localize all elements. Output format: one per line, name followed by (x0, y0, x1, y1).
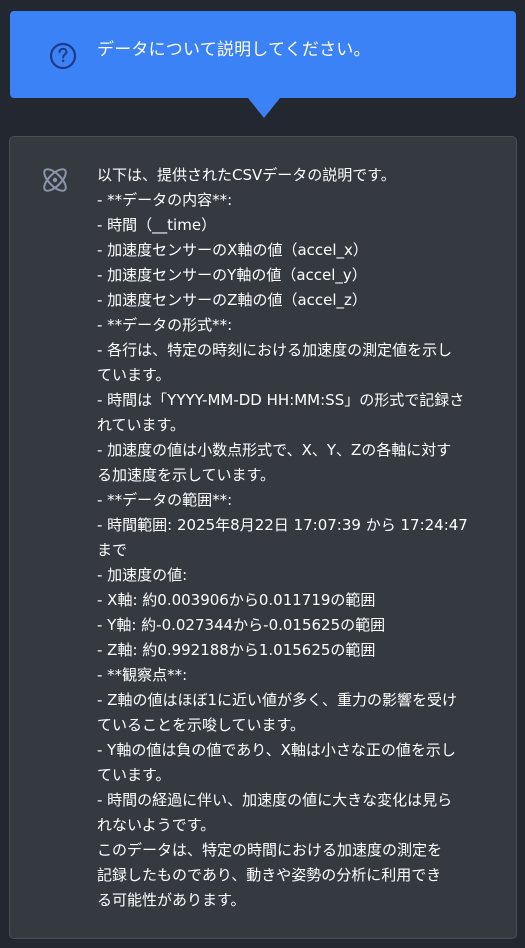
message-line: - **データの範囲**: (97, 491, 233, 509)
assistant-message-text: 以下は、提供されたCSVデータの説明です。 - **データの内容**: - 時間… (97, 163, 507, 913)
message-line: - 時間（__time） (97, 216, 217, 234)
message-line: - 加速度の値は小数点形式で、X、Y、Zの各軸に対す (97, 441, 452, 459)
message-line: れないようです。 (97, 816, 216, 834)
message-line: - Y軸の値は負の値であり、X軸は小さな正の値を示し (97, 741, 456, 759)
message-line: - 加速度センサーのX軸の値（accel_x） (97, 241, 368, 259)
message-line: れています。 (97, 416, 186, 434)
user-message-text: データについて説明してください。 (97, 40, 371, 60)
message-line: ています。 (97, 366, 171, 384)
message-line: - 各行は、特定の時刻における加速度の測定値を示し (97, 341, 453, 359)
message-line: ていることを示唆しています。 (97, 716, 306, 734)
assistant-message-bubble: 以下は、提供されたCSVデータの説明です。 - **データの内容**: - 時間… (9, 136, 517, 939)
message-line: - 加速度センサーのY軸の値（accel_y） (97, 266, 367, 284)
message-line: る可能性があります。 (97, 891, 246, 909)
message-line: - 加速度の値: (97, 566, 188, 584)
message-line: - Y軸: 約-0.027344から-0.015625の範囲 (97, 616, 386, 634)
message-line: - **データの形式**: (97, 316, 233, 334)
message-line: - 時間は「YYYY-MM-DD HH:MM:SS」の形式で記録さ (97, 391, 465, 409)
user-message-bubble: データについて説明してください。 (10, 11, 516, 98)
message-line: このデータは、特定の時間における加速度の測定を (97, 841, 443, 859)
message-line: ています。 (97, 766, 171, 784)
message-line: - **データの内容**: (97, 191, 233, 209)
chat-page: データについて説明してください。 以下は、提供されたCSVデータの説明です。 -… (0, 0, 525, 948)
message-line: - X軸: 約0.003906から0.011719の範囲 (97, 591, 376, 609)
message-line: 以下は、提供されたCSVデータの説明です。 (97, 166, 396, 184)
message-line: る加速度を示しています。 (97, 466, 276, 484)
message-line: - Z軸の値はほぼ1に近い値が多く、重力の影響を受け (97, 691, 458, 709)
message-line: 記録したものであり、動きや姿勢の分析に利用でき (97, 866, 442, 884)
atom-icon (38, 163, 72, 197)
message-line: まで (97, 541, 128, 559)
user-bubble-tail (248, 98, 280, 118)
message-line: - Z軸: 約0.992188から1.015625の範囲 (97, 641, 376, 659)
message-line: - 時間の経過に伴い、加速度の値に大きな変化は見ら (97, 791, 453, 809)
message-line: - **観察点**: (97, 666, 188, 684)
message-line: - 加速度センサーのZ軸の値（accel_z） (97, 291, 367, 309)
question-icon (46, 39, 80, 73)
message-line: - 時間範囲: 2025年8月22日 17:07:39 から 17:24:47 (97, 516, 468, 534)
